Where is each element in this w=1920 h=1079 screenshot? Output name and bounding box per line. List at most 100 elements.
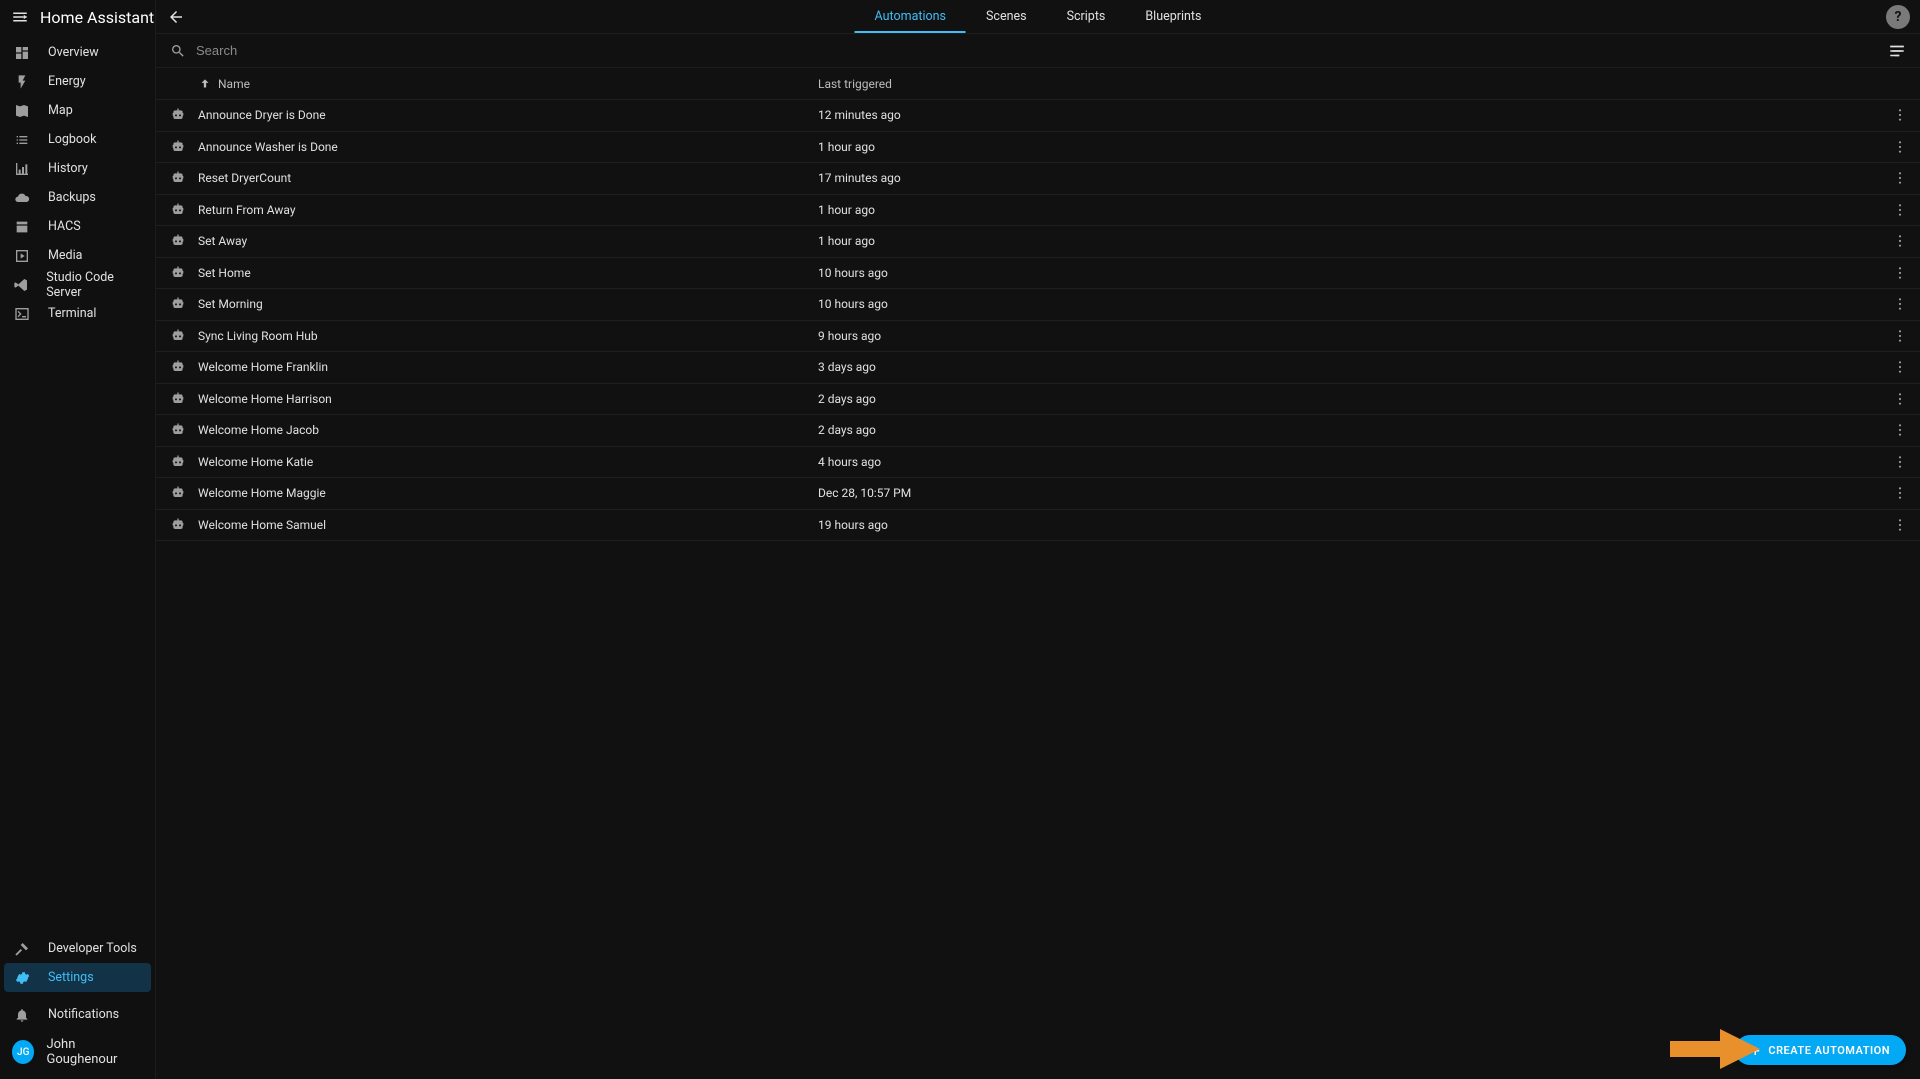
row-menu-button[interactable]: [1880, 265, 1920, 281]
automation-name: Welcome Home Jacob: [198, 423, 818, 437]
table-row[interactable]: Welcome Home MaggieDec 28, 10:57 PM: [156, 478, 1920, 510]
sidebar-item-energy[interactable]: Energy: [4, 67, 151, 96]
sidebar-item-settings[interactable]: Settings: [4, 963, 151, 992]
help-icon[interactable]: ?: [1886, 5, 1910, 29]
sort-asc-icon: [198, 77, 212, 91]
table-row[interactable]: Set Away1 hour ago: [156, 226, 1920, 258]
row-menu-button[interactable]: [1880, 139, 1920, 155]
hammer-icon: [12, 941, 32, 957]
row-menu-button[interactable]: [1880, 202, 1920, 218]
table-row[interactable]: Set Home10 hours ago: [156, 258, 1920, 290]
row-menu-button[interactable]: [1880, 517, 1920, 533]
sidebar-item-hacs[interactable]: HACS: [4, 212, 151, 241]
table-row[interactable]: Announce Washer is Done1 hour ago: [156, 132, 1920, 164]
sidebar-item-logbook[interactable]: Logbook: [4, 125, 151, 154]
row-menu-button[interactable]: [1880, 454, 1920, 470]
row-menu-button[interactable]: [1880, 328, 1920, 344]
automation-name: Return From Away: [198, 203, 818, 217]
robot-icon: [170, 485, 198, 501]
tabs: AutomationsScenesScriptsBlueprints: [855, 0, 1222, 33]
robot-icon: [170, 202, 198, 218]
sidebar-item-media[interactable]: Media: [4, 241, 151, 270]
row-menu-button[interactable]: [1880, 485, 1920, 501]
table-row[interactable]: Sync Living Room Hub9 hours ago: [156, 321, 1920, 353]
table-row[interactable]: Return From Away1 hour ago: [156, 195, 1920, 227]
automation-name: Welcome Home Franklin: [198, 360, 818, 374]
table-row[interactable]: Welcome Home Jacob2 days ago: [156, 415, 1920, 447]
sidebar-item-label: Terminal: [48, 306, 96, 321]
plus-icon: +: [1751, 1041, 1761, 1060]
automation-name: Welcome Home Maggie: [198, 486, 818, 500]
robot-icon: [170, 139, 198, 155]
column-last-triggered[interactable]: Last triggered: [818, 77, 1920, 91]
automation-last-triggered: 2 days ago: [818, 392, 1880, 406]
row-menu-button[interactable]: [1880, 422, 1920, 438]
cloud-icon: [12, 190, 32, 206]
filter-icon[interactable]: [1888, 42, 1906, 60]
robot-icon: [170, 359, 198, 375]
automation-last-triggered: 19 hours ago: [818, 518, 1880, 532]
sidebar-item-label: History: [48, 161, 88, 176]
map-icon: [12, 103, 32, 119]
searchbar: [156, 34, 1920, 68]
automation-last-triggered: 10 hours ago: [818, 266, 1880, 280]
sidebar-item-notifications[interactable]: Notifications: [4, 1000, 151, 1029]
tab-blueprints[interactable]: Blueprints: [1125, 0, 1221, 33]
sidebar-item-terminal[interactable]: Terminal: [4, 299, 151, 328]
row-menu-button[interactable]: [1880, 107, 1920, 123]
user-name: John Goughenour: [46, 1037, 143, 1067]
row-menu-button[interactable]: [1880, 391, 1920, 407]
robot-icon: [170, 517, 198, 533]
table-row[interactable]: Welcome Home Harrison2 days ago: [156, 384, 1920, 416]
table-row[interactable]: Welcome Home Samuel19 hours ago: [156, 510, 1920, 542]
menu-toggle-icon[interactable]: [8, 5, 32, 29]
sidebar-item-backups[interactable]: Backups: [4, 183, 151, 212]
back-button[interactable]: [156, 8, 196, 26]
table-row[interactable]: Welcome Home Franklin3 days ago: [156, 352, 1920, 384]
bell-icon: [12, 1007, 32, 1023]
fab-label: CREATE AUTOMATION: [1768, 1044, 1890, 1057]
user-row[interactable]: JG John Goughenour: [4, 1029, 151, 1075]
table-row[interactable]: Welcome Home Katie4 hours ago: [156, 447, 1920, 479]
row-menu-button[interactable]: [1880, 233, 1920, 249]
sidebar-item-label: HACS: [48, 219, 81, 234]
automation-last-triggered: 3 days ago: [818, 360, 1880, 374]
topbar: AutomationsScenesScriptsBlueprints ?: [156, 0, 1920, 34]
sidebar-item-label: Notifications: [48, 1007, 119, 1022]
sidebar-item-developer-tools[interactable]: Developer Tools: [4, 934, 151, 963]
sidebar-item-overview[interactable]: Overview: [4, 38, 151, 67]
table-row[interactable]: Set Morning10 hours ago: [156, 289, 1920, 321]
automation-last-triggered: 9 hours ago: [818, 329, 1880, 343]
column-name[interactable]: Name: [198, 77, 818, 91]
sidebar-item-history[interactable]: History: [4, 154, 151, 183]
automation-name: Set Away: [198, 234, 818, 248]
flash-icon: [12, 74, 32, 90]
table-row[interactable]: Reset DryerCount17 minutes ago: [156, 163, 1920, 195]
tab-scenes[interactable]: Scenes: [966, 0, 1047, 33]
row-menu-button[interactable]: [1880, 170, 1920, 186]
robot-icon: [170, 296, 198, 312]
create-automation-button[interactable]: + CREATE AUTOMATION: [1735, 1035, 1906, 1065]
sidebar-item-map[interactable]: Map: [4, 96, 151, 125]
search-input[interactable]: [196, 43, 1878, 58]
store-icon: [12, 219, 32, 235]
automation-name: Sync Living Room Hub: [198, 329, 818, 343]
tab-scripts[interactable]: Scripts: [1047, 0, 1126, 33]
sidebar-item-label: Logbook: [48, 132, 97, 147]
sidebar-item-label: Energy: [48, 74, 86, 89]
sidebar-item-studio-code-server[interactable]: Studio Code Server: [4, 270, 151, 299]
robot-icon: [170, 422, 198, 438]
robot-icon: [170, 233, 198, 249]
vscode-icon: [12, 277, 30, 293]
app-title: Home Assistant: [40, 8, 154, 27]
tab-automations[interactable]: Automations: [855, 0, 966, 33]
chart-icon: [12, 161, 32, 177]
table-row[interactable]: Announce Dryer is Done12 minutes ago: [156, 100, 1920, 132]
row-menu-button[interactable]: [1880, 296, 1920, 312]
table-header: Name Last triggered: [156, 68, 1920, 100]
sidebar-item-label: Overview: [48, 45, 99, 60]
robot-icon: [170, 107, 198, 123]
sidebar-item-label: Map: [48, 103, 73, 118]
automation-last-triggered: Dec 28, 10:57 PM: [818, 486, 1880, 500]
row-menu-button[interactable]: [1880, 359, 1920, 375]
